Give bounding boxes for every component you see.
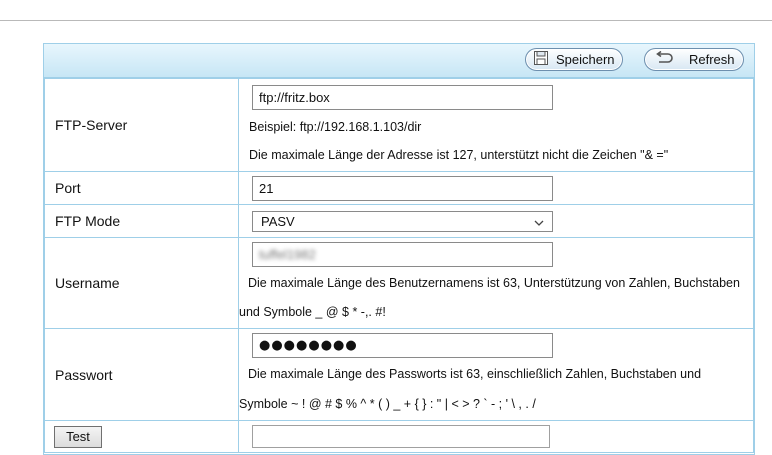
row-test: Test bbox=[44, 420, 754, 453]
ftp-settings-panel: Speichern Refresh FTP-Server ftp://fritz… bbox=[43, 43, 755, 455]
test-result-field bbox=[252, 425, 550, 448]
ftp-server-hint: Die maximale Länge der Adresse ist 127, … bbox=[249, 148, 669, 162]
username-value: tuffel1982 bbox=[259, 247, 316, 262]
row-ftp-server: FTP-Server ftp://fritz.box Beispiel: ftp… bbox=[44, 78, 754, 172]
ftp-server-example: Beispiel: ftp://192.168.1.103/dir bbox=[249, 120, 422, 134]
row-ftp-mode: FTP Mode PASV bbox=[44, 204, 754, 238]
ftp-mode-label: FTP Mode bbox=[44, 204, 239, 238]
ftp-mode-select[interactable]: PASV bbox=[252, 211, 553, 232]
floppy-disk-icon bbox=[534, 51, 548, 68]
refresh-arrow-icon bbox=[653, 50, 675, 68]
port-label: Port bbox=[44, 171, 239, 205]
toolbar: Speichern Refresh bbox=[44, 44, 754, 78]
save-button-label: Speichern bbox=[556, 52, 615, 67]
refresh-button-label: Refresh bbox=[689, 52, 735, 67]
password-label: Passwort bbox=[44, 328, 239, 421]
username-input[interactable]: tuffel1982 bbox=[252, 242, 553, 267]
ftp-server-label: FTP-Server bbox=[44, 78, 239, 172]
save-button[interactable]: Speichern bbox=[525, 48, 623, 71]
refresh-button[interactable]: Refresh bbox=[644, 48, 744, 71]
test-button[interactable]: Test bbox=[54, 425, 102, 448]
row-port: Port 21 bbox=[44, 171, 754, 205]
username-label: Username bbox=[44, 237, 239, 329]
ftp-settings-table: FTP-Server ftp://fritz.box Beispiel: ftp… bbox=[44, 78, 754, 453]
row-username: Username tuffel1982 Die maximale Länge d… bbox=[44, 237, 754, 329]
password-input[interactable]: ●●●●●●●● bbox=[252, 333, 553, 358]
ftp-server-input[interactable]: ftp://fritz.box bbox=[252, 85, 553, 110]
username-hint-line2: und Symbole _ @ $ * -,. #! bbox=[239, 305, 386, 319]
ftp-mode-selected: PASV bbox=[261, 214, 295, 229]
top-divider bbox=[0, 20, 772, 21]
username-hint-line1: Die maximale Länge des Benutzernamens is… bbox=[248, 276, 740, 290]
password-hint-line2: Symbole ~ ! @ # $ % ^ * ( ) _ + { } : " … bbox=[239, 397, 536, 411]
password-hint-line1: Die maximale Länge des Passworts ist 63,… bbox=[248, 367, 702, 381]
port-input[interactable]: 21 bbox=[252, 176, 553, 201]
row-password: Passwort ●●●●●●●● Die maximale Länge des… bbox=[44, 328, 754, 421]
chevron-down-icon bbox=[534, 214, 544, 229]
